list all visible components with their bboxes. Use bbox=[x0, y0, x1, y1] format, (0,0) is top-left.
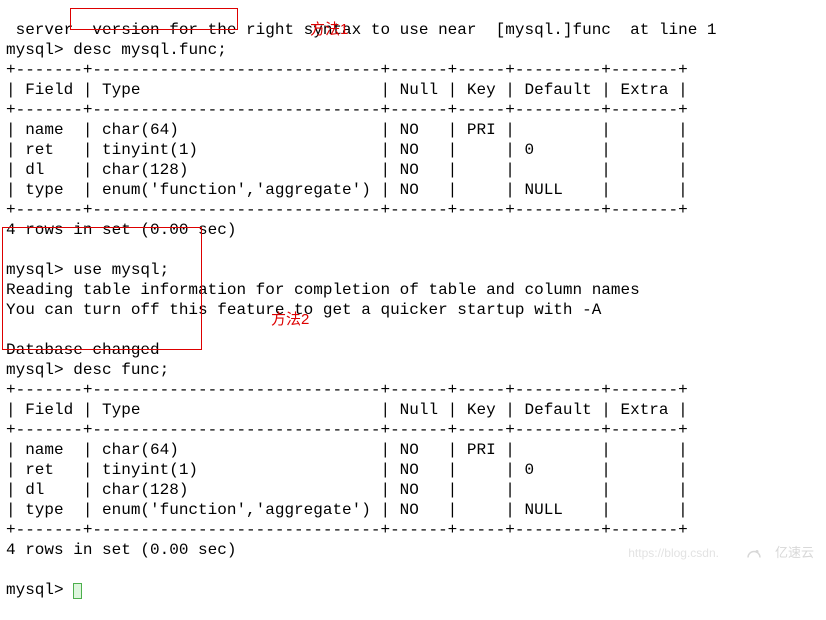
table-header: | Field | Type | Null | Key | Default | … bbox=[6, 80, 820, 100]
terminal-output: server version for the right syntax to u… bbox=[6, 0, 820, 620]
prompt: mysql> bbox=[6, 581, 64, 599]
command-1: desc mysql.func; bbox=[73, 41, 227, 59]
info-line: Reading table information for completion… bbox=[6, 280, 820, 300]
info-line: You can turn off this feature to get a q… bbox=[6, 300, 820, 320]
blank-line bbox=[6, 320, 820, 340]
db-changed: Database changed bbox=[6, 340, 820, 360]
blank-line bbox=[6, 560, 820, 580]
table-row: | name | char(64) | NO | PRI | | | bbox=[6, 440, 820, 460]
watermark-brand: 亿速云 bbox=[775, 543, 814, 563]
prompt-line-cursor[interactable]: mysql> bbox=[6, 580, 820, 600]
prompt: mysql> bbox=[6, 361, 64, 379]
table-sep: +-------+------------------------------+… bbox=[6, 380, 820, 400]
command-use: use mysql; bbox=[73, 261, 169, 279]
table-row: | ret | tinyint(1) | NO | | 0 | | bbox=[6, 460, 820, 480]
table-row: | type | enum('function','aggregate') | … bbox=[6, 180, 820, 200]
table-row: | type | enum('function','aggregate') | … bbox=[6, 500, 820, 520]
table-row: | dl | char(128) | NO | | | | bbox=[6, 160, 820, 180]
error-line: server version for the right syntax to u… bbox=[6, 20, 820, 40]
table-sep: +-------+------------------------------+… bbox=[6, 60, 820, 80]
table-sep: +-------+------------------------------+… bbox=[6, 200, 820, 220]
watermark-url: https://blog.csdn. bbox=[628, 543, 719, 563]
table-row: | name | char(64) | NO | PRI | | | bbox=[6, 120, 820, 140]
prompt-line-3: mysql> desc func; bbox=[6, 360, 820, 380]
brand-logo-icon bbox=[739, 543, 769, 563]
blank-line bbox=[6, 240, 820, 260]
table-sep: +-------+------------------------------+… bbox=[6, 520, 820, 540]
table-row: | ret | tinyint(1) | NO | | 0 | | bbox=[6, 140, 820, 160]
prompt: mysql> bbox=[6, 41, 64, 59]
prompt: mysql> bbox=[6, 261, 64, 279]
table-sep: +-------+------------------------------+… bbox=[6, 100, 820, 120]
watermark: https://blog.csdn. 亿速云 bbox=[628, 543, 814, 563]
cursor-icon bbox=[73, 583, 82, 599]
prompt-line-1: mysql> desc mysql.func; bbox=[6, 40, 820, 60]
command-desc: desc func; bbox=[73, 361, 169, 379]
table-row: | dl | char(128) | NO | | | | bbox=[6, 480, 820, 500]
prompt-line-2: mysql> use mysql; bbox=[6, 260, 820, 280]
table-sep: +-------+------------------------------+… bbox=[6, 420, 820, 440]
rows-footer: 4 rows in set (0.00 sec) bbox=[6, 220, 820, 240]
table-header: | Field | Type | Null | Key | Default | … bbox=[6, 400, 820, 420]
